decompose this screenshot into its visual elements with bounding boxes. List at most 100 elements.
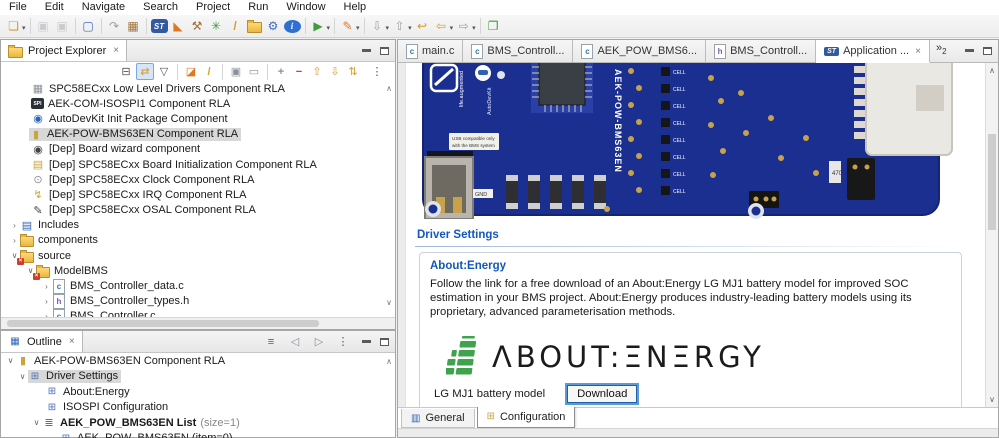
minimize-icon[interactable] xyxy=(965,49,974,52)
tree-item[interactable]: ∨ ▮ AEK-POW-BMS63EN Component RLA xyxy=(1,353,395,369)
forward-icon[interactable]: ⇨ xyxy=(455,18,472,35)
collapse-icon[interactable]: ∨ xyxy=(31,418,42,427)
menu-file[interactable]: File xyxy=(0,0,36,15)
close-icon[interactable]: × xyxy=(113,45,119,56)
menu-search[interactable]: Search xyxy=(134,0,187,15)
tab-application-active[interactable]: ST Application ... × xyxy=(816,40,930,63)
scroll-up-icon[interactable]: ∧ xyxy=(986,66,998,75)
expand-icon[interactable]: › xyxy=(9,221,20,230)
tree-item[interactable]: ↯ [Dep] SPC58ECxx IRQ Component RLA xyxy=(1,187,395,202)
settings-gear-icon[interactable]: ⚙ xyxy=(265,18,282,35)
run-external-icon[interactable]: ▶ xyxy=(310,18,327,35)
filter-icon[interactable]: ▽ xyxy=(156,64,172,79)
tree-item[interactable]: ◉ [Dep] Board wizard component xyxy=(1,142,395,157)
tree-item[interactable]: ⊞ About:Energy xyxy=(1,384,395,400)
scroll-up-icon[interactable]: ∧ xyxy=(386,357,392,366)
minimize-icon[interactable] xyxy=(362,340,371,343)
add-component-icon[interactable]: + xyxy=(273,64,289,79)
tree-item[interactable]: › h BMS_Controller_types.h xyxy=(1,293,395,309)
tree-item[interactable]: ◉ AutoDevKit Init Package Component xyxy=(1,111,395,126)
pin-editor-icon[interactable]: ❐ xyxy=(485,18,502,35)
expand-icon[interactable]: › xyxy=(41,297,52,306)
tab-general[interactable]: ▥ General xyxy=(401,409,475,428)
prev-annotation-icon[interactable]: ⇧ xyxy=(391,18,408,35)
tree-item[interactable]: › c BMS_Controller_data.c xyxy=(1,278,395,294)
collapse-all-icon[interactable]: ⊟ xyxy=(118,64,134,79)
tree-item[interactable]: ∨ × ModelBMS xyxy=(1,263,395,280)
new-dropdown-icon[interactable]: ▾ xyxy=(22,21,26,32)
expand-icon[interactable]: › xyxy=(9,236,20,245)
annotate-pen-icon[interactable]: ✎ xyxy=(339,18,356,35)
maximize-icon[interactable] xyxy=(380,46,389,55)
outline-sort-icon[interactable]: ≡ xyxy=(263,334,279,349)
scroll-down-icon[interactable]: ∨ xyxy=(986,395,998,404)
tab-overflow-chevron[interactable]: » 2 xyxy=(930,40,953,62)
tree-item[interactable]: ⊞ ISOSPI Configuration xyxy=(1,400,395,416)
pin-table-icon[interactable]: ▦ xyxy=(125,18,142,35)
horizontal-scrollbar[interactable] xyxy=(1,317,395,329)
last-edit-location-icon[interactable]: ↩ xyxy=(414,18,431,35)
outline-view-menu-icon[interactable]: ⋮ xyxy=(335,334,351,349)
open-perspective-icon[interactable]: ▢ xyxy=(80,18,97,35)
tree-item[interactable]: ▦ SPC58ECxx Low Level Drivers Component … xyxy=(1,81,395,96)
tab-project-explorer[interactable]: Project Explorer × xyxy=(1,40,128,61)
menu-help[interactable]: Help xyxy=(335,0,376,15)
forward-dropdown-icon[interactable]: ▾ xyxy=(472,21,476,32)
next-annotation-dropdown-icon[interactable]: ▾ xyxy=(386,21,390,32)
expand-icon[interactable]: › xyxy=(41,282,52,291)
tree-item-selected[interactable]: ∨ ⊞ Driver Settings xyxy=(1,369,395,385)
generate-tag-icon[interactable]: ◪ xyxy=(183,64,199,79)
spc5studio-icon[interactable]: ST xyxy=(150,19,168,33)
annotate-dropdown-icon[interactable]: ▾ xyxy=(356,21,360,32)
vertical-scrollbar[interactable]: ∧ ∨ xyxy=(985,63,998,407)
tree-item[interactable]: ✎ [Dep] SPC58ECxx OSAL Component RLA xyxy=(1,203,395,218)
back-icon[interactable]: ⇦ xyxy=(433,18,450,35)
skip-breakpoints-icon[interactable]: ↷ xyxy=(106,18,123,35)
info-icon[interactable]: i xyxy=(283,19,301,33)
view-menu-icon[interactable]: ⋮ xyxy=(369,64,385,79)
tree-item[interactable]: ▤ [Dep] SPC58ECxx Board Initialization C… xyxy=(1,157,395,172)
download-button[interactable]: Download xyxy=(567,385,638,403)
build-hammer-icon[interactable]: ⚒ xyxy=(189,18,206,35)
tree-item[interactable]: SPI AEK-COM-ISOSPI1 Component RLA xyxy=(1,96,395,111)
save-all-icon[interactable]: ▣ xyxy=(54,18,71,35)
save-config-icon[interactable]: ▣ xyxy=(228,64,244,79)
scrollbar-thumb[interactable] xyxy=(7,320,319,327)
broom-icon[interactable]: / xyxy=(201,64,217,79)
tree-item[interactable]: ∨ × source xyxy=(1,248,395,265)
tab-bms-controller-c[interactable]: c BMS_Controll... xyxy=(463,40,574,62)
link-with-editor-icon[interactable]: ⇄ xyxy=(136,63,154,80)
menu-navigate[interactable]: Navigate xyxy=(73,0,134,15)
maximize-icon[interactable] xyxy=(380,337,389,346)
scrollbar-thumb[interactable] xyxy=(988,134,996,230)
load-config-icon[interactable]: ▭ xyxy=(246,64,262,79)
import-folder-icon[interactable] xyxy=(246,18,263,35)
tab-main-c[interactable]: c main.c xyxy=(398,40,464,62)
generate-code-icon[interactable]: ◣ xyxy=(170,18,187,35)
collapse-icon[interactable]: ∨ xyxy=(17,372,28,381)
tree-item[interactable]: ∨ ≣ AEK_POW_BMS63EN List (size=1) xyxy=(1,415,395,431)
clean-broom-icon[interactable]: / xyxy=(227,18,244,35)
scroll-up-icon[interactable]: ∧ xyxy=(386,84,392,93)
outline-back-icon[interactable]: ◁ xyxy=(287,334,303,349)
tab-configuration[interactable]: ⊞ Configuration xyxy=(476,405,576,428)
tab-bms-controller-h[interactable]: h BMS_Controll... xyxy=(706,40,817,62)
tree-item[interactable]: › ▤ Includes xyxy=(1,218,395,233)
outline-forward-icon[interactable]: ▷ xyxy=(311,334,327,349)
scroll-down-icon[interactable]: ∨ xyxy=(386,298,392,307)
next-annotation-icon[interactable]: ⇩ xyxy=(369,18,386,35)
menu-window[interactable]: Window xyxy=(277,0,334,15)
prev-annotation-dropdown-icon[interactable]: ▾ xyxy=(408,21,412,32)
tree-item-selected[interactable]: ▮ AEK-POW-BMS63EN Component RLA xyxy=(1,127,395,142)
close-icon[interactable]: × xyxy=(69,336,75,347)
tree-item[interactable]: ⊙ [Dep] SPC58ECxx Clock Component RLA xyxy=(1,172,395,187)
maximize-icon[interactable] xyxy=(983,46,992,55)
remove-component-icon[interactable]: − xyxy=(291,64,307,79)
back-dropdown-icon[interactable]: ▾ xyxy=(450,21,454,32)
tree-item[interactable]: › components xyxy=(1,233,395,248)
menu-run[interactable]: Run xyxy=(239,0,277,15)
close-icon[interactable]: × xyxy=(915,46,921,57)
save-icon[interactable]: ▣ xyxy=(35,18,52,35)
move-up-icon[interactable]: ⇧ xyxy=(309,64,325,79)
menu-project[interactable]: Project xyxy=(187,0,239,15)
